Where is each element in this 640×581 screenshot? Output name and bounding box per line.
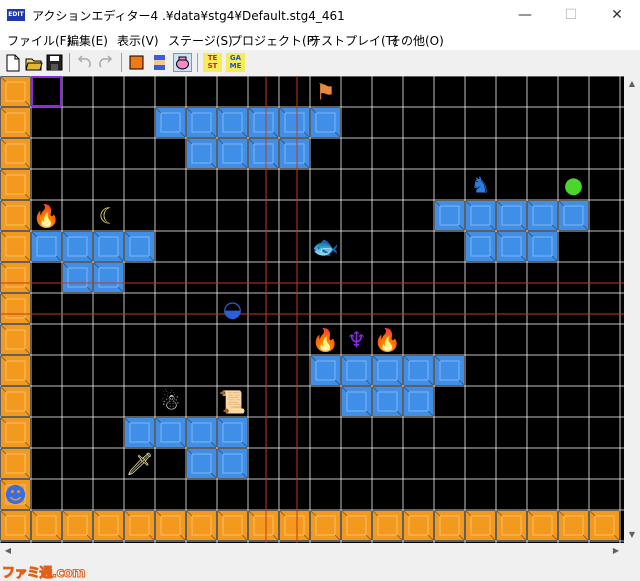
stage-background xyxy=(0,76,624,543)
scroll-right-icon[interactable]: ▶ xyxy=(608,543,624,559)
menu-edit[interactable]: 編集(E) xyxy=(67,32,108,49)
horizontal-scrollbar[interactable]: ◀ ▶ xyxy=(0,543,624,559)
open-folder-icon[interactable] xyxy=(24,53,43,72)
red-flame-enemy-left: 🔥 xyxy=(312,328,339,354)
app-icon: EDIT xyxy=(7,9,25,21)
player-character: ☻ xyxy=(4,484,27,509)
new-file-icon[interactable] xyxy=(3,53,22,72)
test-play-button[interactable]: TE ST xyxy=(203,53,222,72)
toolbar-separator xyxy=(69,53,70,72)
save-disk-icon[interactable] xyxy=(45,53,64,72)
grey-robot-enemy: ☃ xyxy=(161,389,181,416)
vertical-scrollbar[interactable]: ▲ ▼ xyxy=(624,76,640,543)
blue-whale-enemy: ◒ xyxy=(223,298,242,323)
undo-icon[interactable] xyxy=(75,53,94,72)
close-button[interactable]: ✕ xyxy=(594,0,640,30)
window-title: アクションエディター4 .¥data¥stg4¥Default.stg4_461 xyxy=(32,9,345,23)
minimize-button[interactable]: — xyxy=(502,0,548,30)
menu-bar: ファイル(F) 編集(E) 表示(V) ステージ(S) プロジェクト(P) テス… xyxy=(0,30,640,50)
menu-project[interactable]: プロジェクト(P) xyxy=(230,32,319,49)
status-bar xyxy=(0,559,640,581)
item-pot-tool-icon[interactable] xyxy=(173,53,192,72)
menu-file[interactable]: ファイル(F) xyxy=(7,32,71,49)
game-button[interactable]: GA ME xyxy=(226,53,245,72)
menu-view[interactable]: 表示(V) xyxy=(117,32,159,49)
purple-squid-enemy: ♆ xyxy=(347,329,367,354)
menu-other[interactable]: その他(O) xyxy=(389,32,444,49)
watermark-logo: ファミ通.com xyxy=(1,566,86,581)
grey-fish-enemy: 🐟 xyxy=(312,236,339,261)
redo-icon[interactable] xyxy=(96,53,115,72)
character-tool-icon[interactable] xyxy=(150,53,169,72)
menu-testplay[interactable]: テストプレイ(T) xyxy=(309,32,398,49)
green-flame-enemy: 🔥 xyxy=(33,204,60,230)
green-orb-item: ● xyxy=(564,174,583,199)
scroll-down-icon[interactable]: ▼ xyxy=(624,527,640,543)
stage-canvas[interactable]: 🔥 ☾ 🐟 ♞ ● ◒ 🔥 ♆ 🔥 ☃ 📜 🗡 ☻ ⚑ xyxy=(0,76,624,543)
block-tool-icon[interactable] xyxy=(127,53,146,72)
moon-face-enemy: ☾ xyxy=(99,205,119,230)
maximize-button[interactable]: ☐ xyxy=(548,0,594,30)
scrollbar-corner xyxy=(624,543,640,559)
scroll-item: 📜 xyxy=(219,390,246,416)
sword-item: 🗡 xyxy=(126,453,154,478)
scroll-left-icon[interactable]: ◀ xyxy=(0,543,16,559)
toolbar-separator xyxy=(121,53,122,72)
stage-grid[interactable]: 🔥 ☾ 🐟 ♞ ● ◒ 🔥 ♆ 🔥 ☃ 📜 🗡 ☻ ⚑ xyxy=(0,76,624,543)
toolbar: TE ST GA ME xyxy=(0,51,640,77)
title-bar: EDIT アクションエディター4 .¥data¥stg4¥Default.stg… xyxy=(0,0,640,30)
toolbar-separator xyxy=(197,53,198,72)
goal-flag-marker: ⚑ xyxy=(316,81,336,106)
red-flame-enemy-right: 🔥 xyxy=(374,328,401,354)
blue-dragon-enemy: ♞ xyxy=(471,174,491,199)
menu-stage[interactable]: ステージ(S) xyxy=(168,32,233,49)
scroll-up-icon[interactable]: ▲ xyxy=(624,76,640,92)
